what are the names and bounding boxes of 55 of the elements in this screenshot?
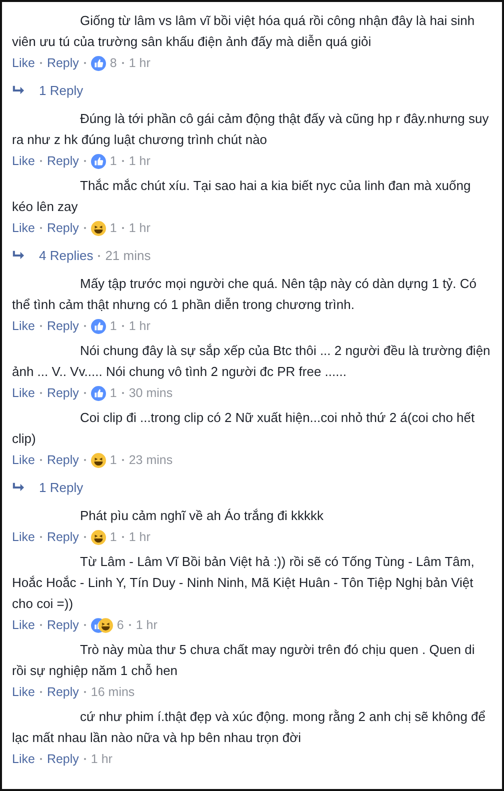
reply-arrow-icon bbox=[12, 250, 25, 261]
comment-text: Đúng là tới phần cô gái cảm động thật đấy và cũng hp r đây.nhưng suy ra như z hk đúng luật chương trình chút nào bbox=[12, 110, 490, 149]
like-link[interactable]: Like bbox=[12, 154, 35, 168]
reply-link[interactable]: Reply bbox=[46, 319, 79, 333]
comment-text: Mấy tập trước mọi người che quá. Nên tập này có dàn dựng 1 tỷ. Có thể tình cảm thật nhưng có 1 phần diễn trong chương trình. bbox=[12, 275, 478, 314]
reaction-count: 1 bbox=[110, 530, 117, 544]
comment-text: Phát pìu cảm nghĩ về ah Áo trắng đi kkkkk bbox=[79, 507, 325, 525]
reaction-count: 8 bbox=[110, 56, 117, 70]
like-link[interactable]: Like bbox=[12, 386, 35, 400]
reaction-count: 1 bbox=[110, 154, 117, 168]
like-link[interactable]: Like bbox=[12, 453, 35, 467]
comment-time: 1 hr bbox=[128, 56, 150, 70]
comment-text: cứ như phim í.thật đẹp và xúc động. mong rằng 2 anh chị sẽ không để lạc mất nhau lần nào nữa và hp bên nhau trọn đời bbox=[12, 708, 486, 747]
view-replies-link[interactable]: 1 Reply bbox=[39, 480, 84, 495]
like-link[interactable]: Like bbox=[12, 752, 35, 766]
comment-time: 1 hr bbox=[128, 154, 150, 168]
reply-link[interactable]: Reply bbox=[46, 56, 79, 70]
reply-arrow-icon bbox=[12, 85, 25, 96]
comment-text: Trò này mùa thư 5 chưa chất may người trên đó chịu quen . Quen di rồi sự nghiệp năm 1 chỗ hen bbox=[12, 641, 476, 680]
reply-link[interactable]: Reply bbox=[46, 154, 79, 168]
comment-text: Nói chung đây là sự sắp xếp của Btc thôi ... 2 người đều là trường điện ảnh ... V.. Vv..... Nói chung vô tình 2 người đc PR free ...... bbox=[12, 342, 492, 381]
view-replies-link[interactable]: 4 Replies bbox=[39, 248, 94, 263]
comment-text: Giống từ lâm vs lâm vĩ bồi việt hóa quá rồi công nhận đây là hai sinh viên ưu tú của trường sân khấu điện ảnh đấy mà diễn quá giỏi bbox=[12, 12, 476, 51]
like-link[interactable]: Like bbox=[12, 618, 35, 632]
reply-link[interactable]: Reply bbox=[46, 685, 79, 699]
comment-text: Từ Lâm - Lâm Vĩ Bồi bản Việt hả :)) rồi sẽ có Tống Tùng - Lâm Tâm, Hoắc Hoắc - Linh Y, Tín Duy - Ninh Ninh, Mã Kiệt Huân - Tôn Tiệp Nghị bản Việt cho coi =)) bbox=[12, 553, 476, 613]
reply-link[interactable]: Reply bbox=[46, 530, 79, 544]
reaction-count: 1 bbox=[110, 221, 117, 235]
reaction-count: 1 bbox=[110, 386, 117, 400]
reply-link[interactable]: Reply bbox=[46, 453, 79, 467]
comment-time: 1 hr bbox=[136, 618, 158, 632]
comment-time: 23 mins bbox=[128, 453, 173, 467]
reply-arrow-icon bbox=[12, 482, 25, 493]
view-replies-link[interactable]: 1 Reply bbox=[39, 83, 84, 98]
comment-time: 1 hr bbox=[128, 319, 150, 333]
comment-text: Thắc mắc chút xíu. Tại sao hai a kia biết nyc của linh đan mà xuống kéo lên zay bbox=[12, 177, 472, 216]
reaction-count: 6 bbox=[116, 618, 124, 632]
like-link[interactable]: Like bbox=[12, 319, 35, 333]
like-link[interactable]: Like bbox=[12, 56, 35, 70]
comment-text: Coi clip đi ...trong clip có 2 Nữ xuất hiện...coi nhỏ thứ 2 á(coi cho hết clip) bbox=[12, 409, 476, 448]
like-link[interactable]: Like bbox=[12, 221, 35, 235]
reply-link[interactable]: Reply bbox=[46, 386, 79, 400]
comment-time: 1 hr bbox=[128, 530, 150, 544]
comment-time: 16 mins bbox=[90, 685, 135, 699]
like-link[interactable]: Like bbox=[12, 530, 35, 544]
reply-link[interactable]: Reply bbox=[46, 221, 79, 235]
reaction-count: 1 bbox=[110, 319, 117, 333]
comment-time: 1 hr bbox=[90, 752, 112, 766]
like-link[interactable]: Like bbox=[12, 685, 35, 699]
comment-time: 1 hr bbox=[128, 221, 150, 235]
reply-link[interactable]: Reply bbox=[46, 752, 79, 766]
comment-time: 30 mins bbox=[128, 386, 173, 400]
reaction-count: 1 bbox=[110, 453, 117, 467]
reply-link[interactable]: Reply bbox=[46, 618, 79, 632]
reply-time: 21 mins bbox=[105, 248, 151, 263]
